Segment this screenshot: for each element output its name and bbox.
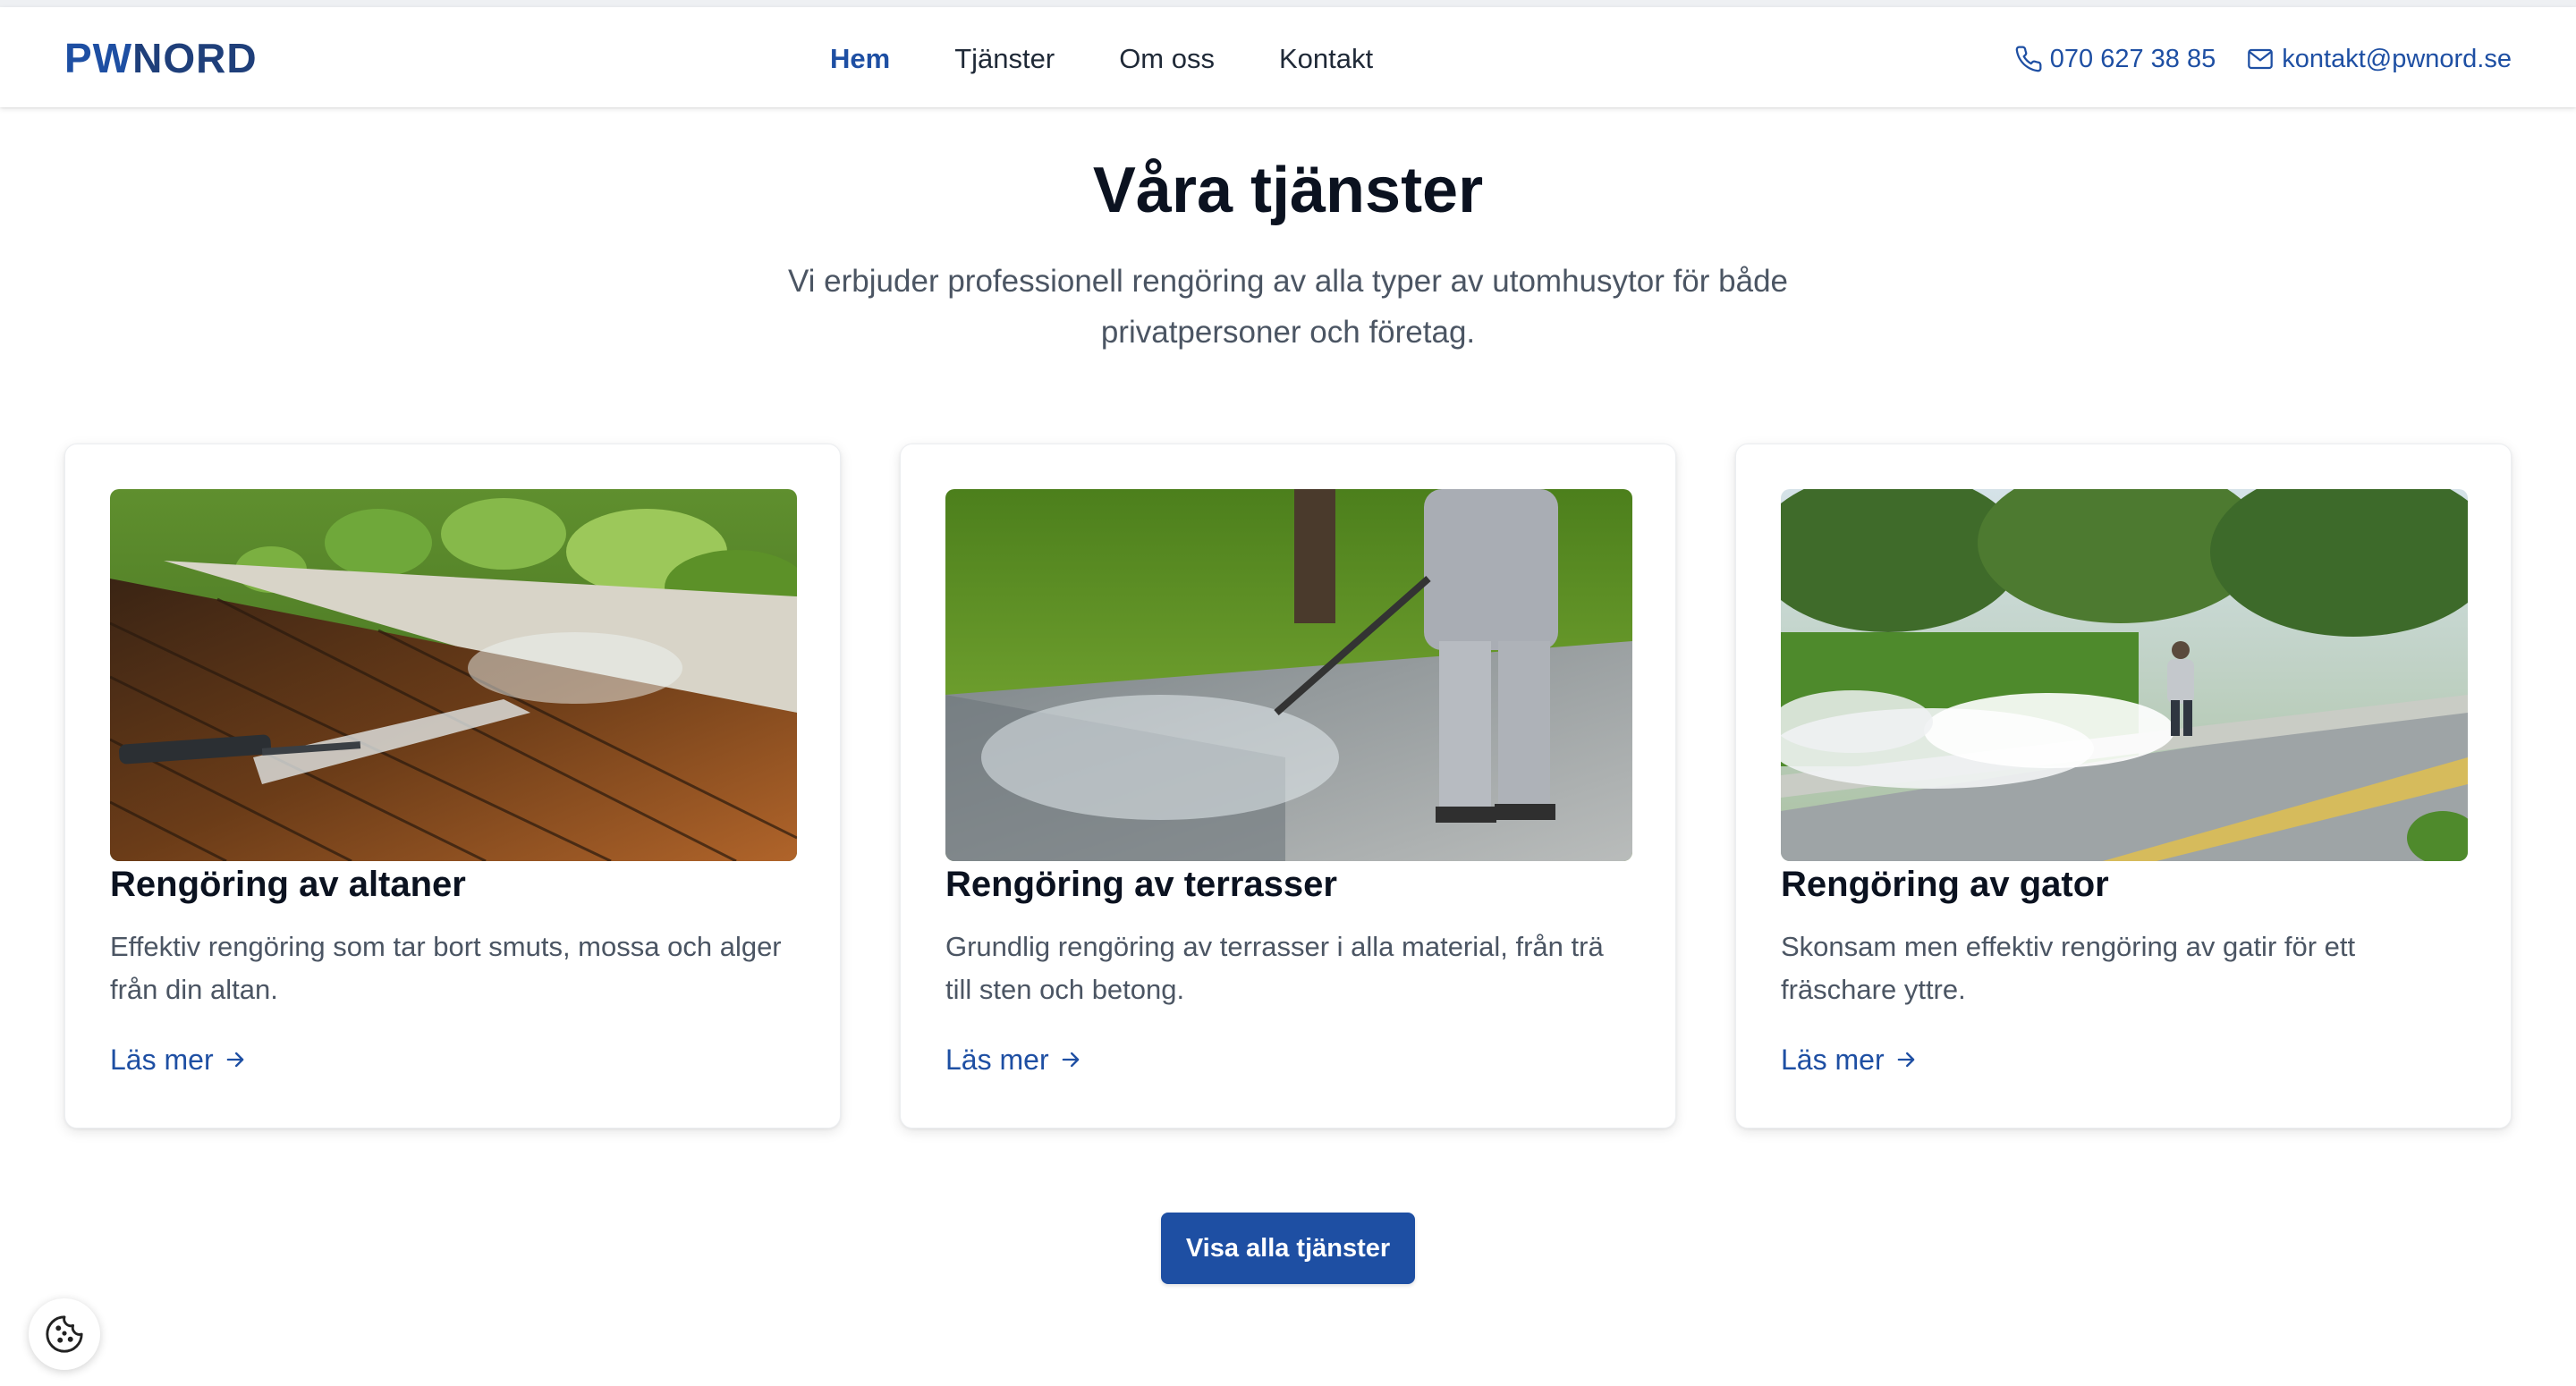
read-more-label: Läs mer (110, 1044, 214, 1076)
service-image-gator (1781, 489, 2468, 861)
phone-link[interactable]: 070 627 38 85 (2014, 41, 2216, 77)
show-all-services-button[interactable]: Visa alla tjänster (1161, 1213, 1415, 1284)
mail-icon (2248, 48, 2274, 70)
nav-item-tjanster[interactable]: Tjänster (954, 41, 1055, 77)
service-card-altaner: Rengöring av altaner Effektiv rengöring … (64, 444, 841, 1128)
read-more-link-altaner[interactable]: Läs mer (110, 1042, 248, 1078)
arrow-right-icon (226, 1052, 243, 1068)
nav-item-hem[interactable]: Hem (830, 41, 890, 77)
site-header: PWNORD Hem Tjänster Om oss Kontakt 070 6… (0, 7, 2576, 107)
service-title-gator: Rengöring av gator (1781, 865, 2109, 904)
email-address: kontakt@pwnord.se (2282, 45, 2512, 73)
service-card-gator: Rengöring av gator Skonsam men effektiv … (1735, 444, 2512, 1128)
nav-item-om-oss[interactable]: Om oss (1119, 41, 1215, 77)
logo-part-nord: NORD (132, 35, 258, 81)
service-description-gator: Skonsam men effektiv rengöring av gatir … (1781, 931, 2356, 1005)
services-grid: Rengöring av altaner Effektiv rengöring … (64, 444, 2512, 1128)
service-title-terrasser: Rengöring av terrasser (945, 865, 1337, 904)
arrow-right-icon (1897, 1052, 1914, 1068)
service-card-terrasser: Rengöring av terrasser Grundlig rengörin… (900, 444, 1676, 1128)
logo-part-pw: PW (64, 35, 133, 81)
service-image-terrasser (945, 489, 1632, 861)
page-subtitle: Vi erbjuder professionell rengöring av a… (787, 264, 1789, 350)
email-link[interactable]: kontakt@pwnord.se (2246, 41, 2512, 77)
top-border (0, 0, 2576, 7)
service-description-altaner: Effektiv rengöring som tar bort smuts, m… (110, 931, 782, 1005)
nav-item-kontakt[interactable]: Kontakt (1279, 41, 1373, 77)
page-title: Våra tjänster (1092, 155, 1484, 226)
phone-number: 070 627 38 85 (2049, 45, 2216, 73)
main-nav: Hem Tjänster Om oss Kontakt (830, 41, 1437, 77)
service-title-altaner: Rengöring av altaner (110, 865, 466, 904)
service-description-terrasser: Grundlig rengöring av terrasser i alla m… (945, 931, 1604, 1005)
arrow-right-icon (1062, 1052, 1079, 1068)
read-more-link-gator[interactable]: Läs mer (1781, 1042, 1919, 1078)
site-logo[interactable]: PWNORD (64, 34, 258, 82)
read-more-label: Läs mer (945, 1044, 1049, 1076)
header-contact: 070 627 38 85 kontakt@pwnord.se (2014, 41, 2512, 77)
phone-icon (2015, 46, 2042, 72)
service-image-altaner (110, 489, 797, 861)
cookie-icon (46, 1315, 83, 1353)
read-more-link-terrasser[interactable]: Läs mer (945, 1042, 1083, 1078)
read-more-label: Läs mer (1781, 1044, 1885, 1076)
cookie-settings-button[interactable] (29, 1298, 100, 1370)
